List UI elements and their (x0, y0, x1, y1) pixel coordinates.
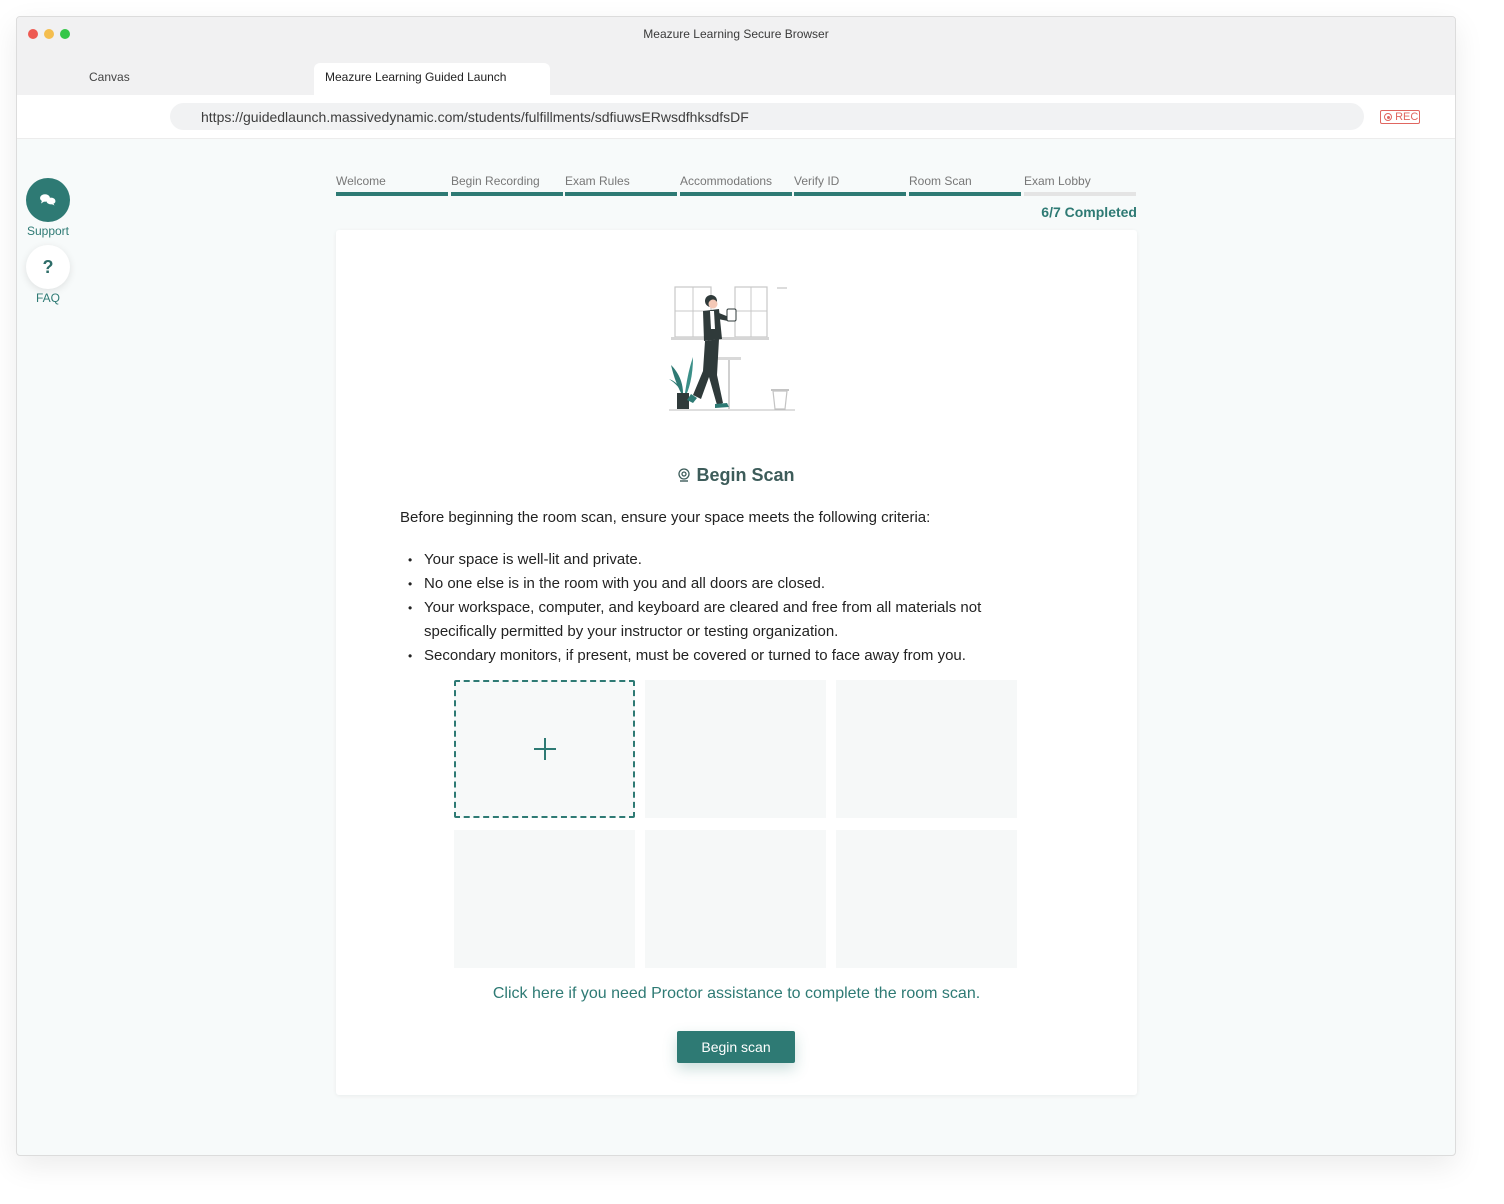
step-label: Welcome (336, 174, 386, 188)
criteria-item: Your workspace, computer, and keyboard a… (400, 596, 1040, 644)
chat-bubbles-icon (40, 194, 56, 206)
room-scan-illustration (669, 286, 795, 411)
step-progress-bar (336, 192, 448, 196)
step-room-scan: Room Scan (909, 174, 1021, 196)
faq-button[interactable]: ? (26, 245, 70, 289)
capture-slot (454, 830, 635, 968)
step-exam-rules: Exam Rules (565, 174, 677, 196)
add-capture-slot[interactable] (454, 680, 635, 818)
capture-slot (645, 830, 826, 968)
browser-window: Meazure Learning Secure Browser Canvas M… (16, 16, 1456, 1156)
step-accommodations: Accommodations (680, 174, 792, 196)
step-progress-bar (1024, 192, 1136, 196)
step-begin-recording: Begin Recording (451, 174, 563, 196)
section-heading: Begin Scan (336, 465, 1137, 486)
step-progress-bar (680, 192, 792, 196)
address-bar: https://guidedlaunch.massivedynamic.com/… (17, 95, 1455, 139)
step-progress-bar (451, 192, 563, 196)
recording-indicator: REC (1380, 110, 1420, 124)
tab-guided-launch[interactable]: Meazure Learning Guided Launch (314, 63, 550, 95)
webcam-icon (678, 468, 691, 482)
criteria-intro: Before beginning the room scan, ensure y… (400, 509, 931, 526)
title-bar: Meazure Learning Secure Browser Canvas M… (17, 17, 1455, 95)
criteria-item: No one else is in the room with you and … (400, 572, 1040, 596)
step-progress-bar (794, 192, 906, 196)
step-exam-lobby: Exam Lobby (1024, 174, 1136, 196)
faq-label[interactable]: FAQ (17, 291, 79, 305)
tab-canvas[interactable]: Canvas (17, 63, 313, 95)
support-button[interactable] (26, 178, 70, 222)
step-label: Begin Recording (451, 174, 540, 188)
record-dot-icon (1384, 113, 1392, 121)
rec-label: REC (1395, 111, 1419, 123)
criteria-list: Your space is well-lit and private. No o… (400, 548, 1040, 668)
step-welcome: Welcome (336, 174, 448, 196)
step-progress-bar (909, 192, 1021, 196)
capture-slot (836, 680, 1017, 818)
progress-steps: Welcome Begin Recording Exam Rules Accom… (336, 174, 1137, 198)
proctor-assistance-link[interactable]: Click here if you need Proctor assistanc… (336, 985, 1137, 1003)
completion-status: 6/7 Completed (1041, 204, 1137, 220)
step-label: Accommodations (680, 174, 773, 188)
heading-text: Begin Scan (696, 465, 795, 485)
step-verify-id: Verify ID (794, 174, 906, 196)
url-field[interactable]: https://guidedlaunch.massivedynamic.com/… (170, 103, 1364, 130)
step-label: Room Scan (909, 174, 972, 188)
plus-icon (534, 738, 556, 760)
criteria-item: Secondary monitors, if present, must be … (400, 644, 1040, 668)
step-progress-bar (565, 192, 677, 196)
window-title: Meazure Learning Secure Browser (643, 27, 829, 41)
capture-slot (836, 830, 1017, 968)
begin-scan-button[interactable]: Begin scan (677, 1031, 795, 1063)
criteria-item: Your space is well-lit and private. (400, 548, 1040, 572)
step-label: Exam Lobby (1024, 174, 1091, 188)
capture-slot (645, 680, 826, 818)
step-label: Exam Rules (565, 174, 630, 188)
question-mark-icon: ? (42, 257, 54, 277)
support-label[interactable]: Support (17, 224, 79, 238)
room-scan-card: Begin Scan Before beginning the room sca… (336, 230, 1137, 1095)
scan-capture-grid (454, 680, 1017, 968)
step-label: Verify ID (794, 174, 840, 188)
